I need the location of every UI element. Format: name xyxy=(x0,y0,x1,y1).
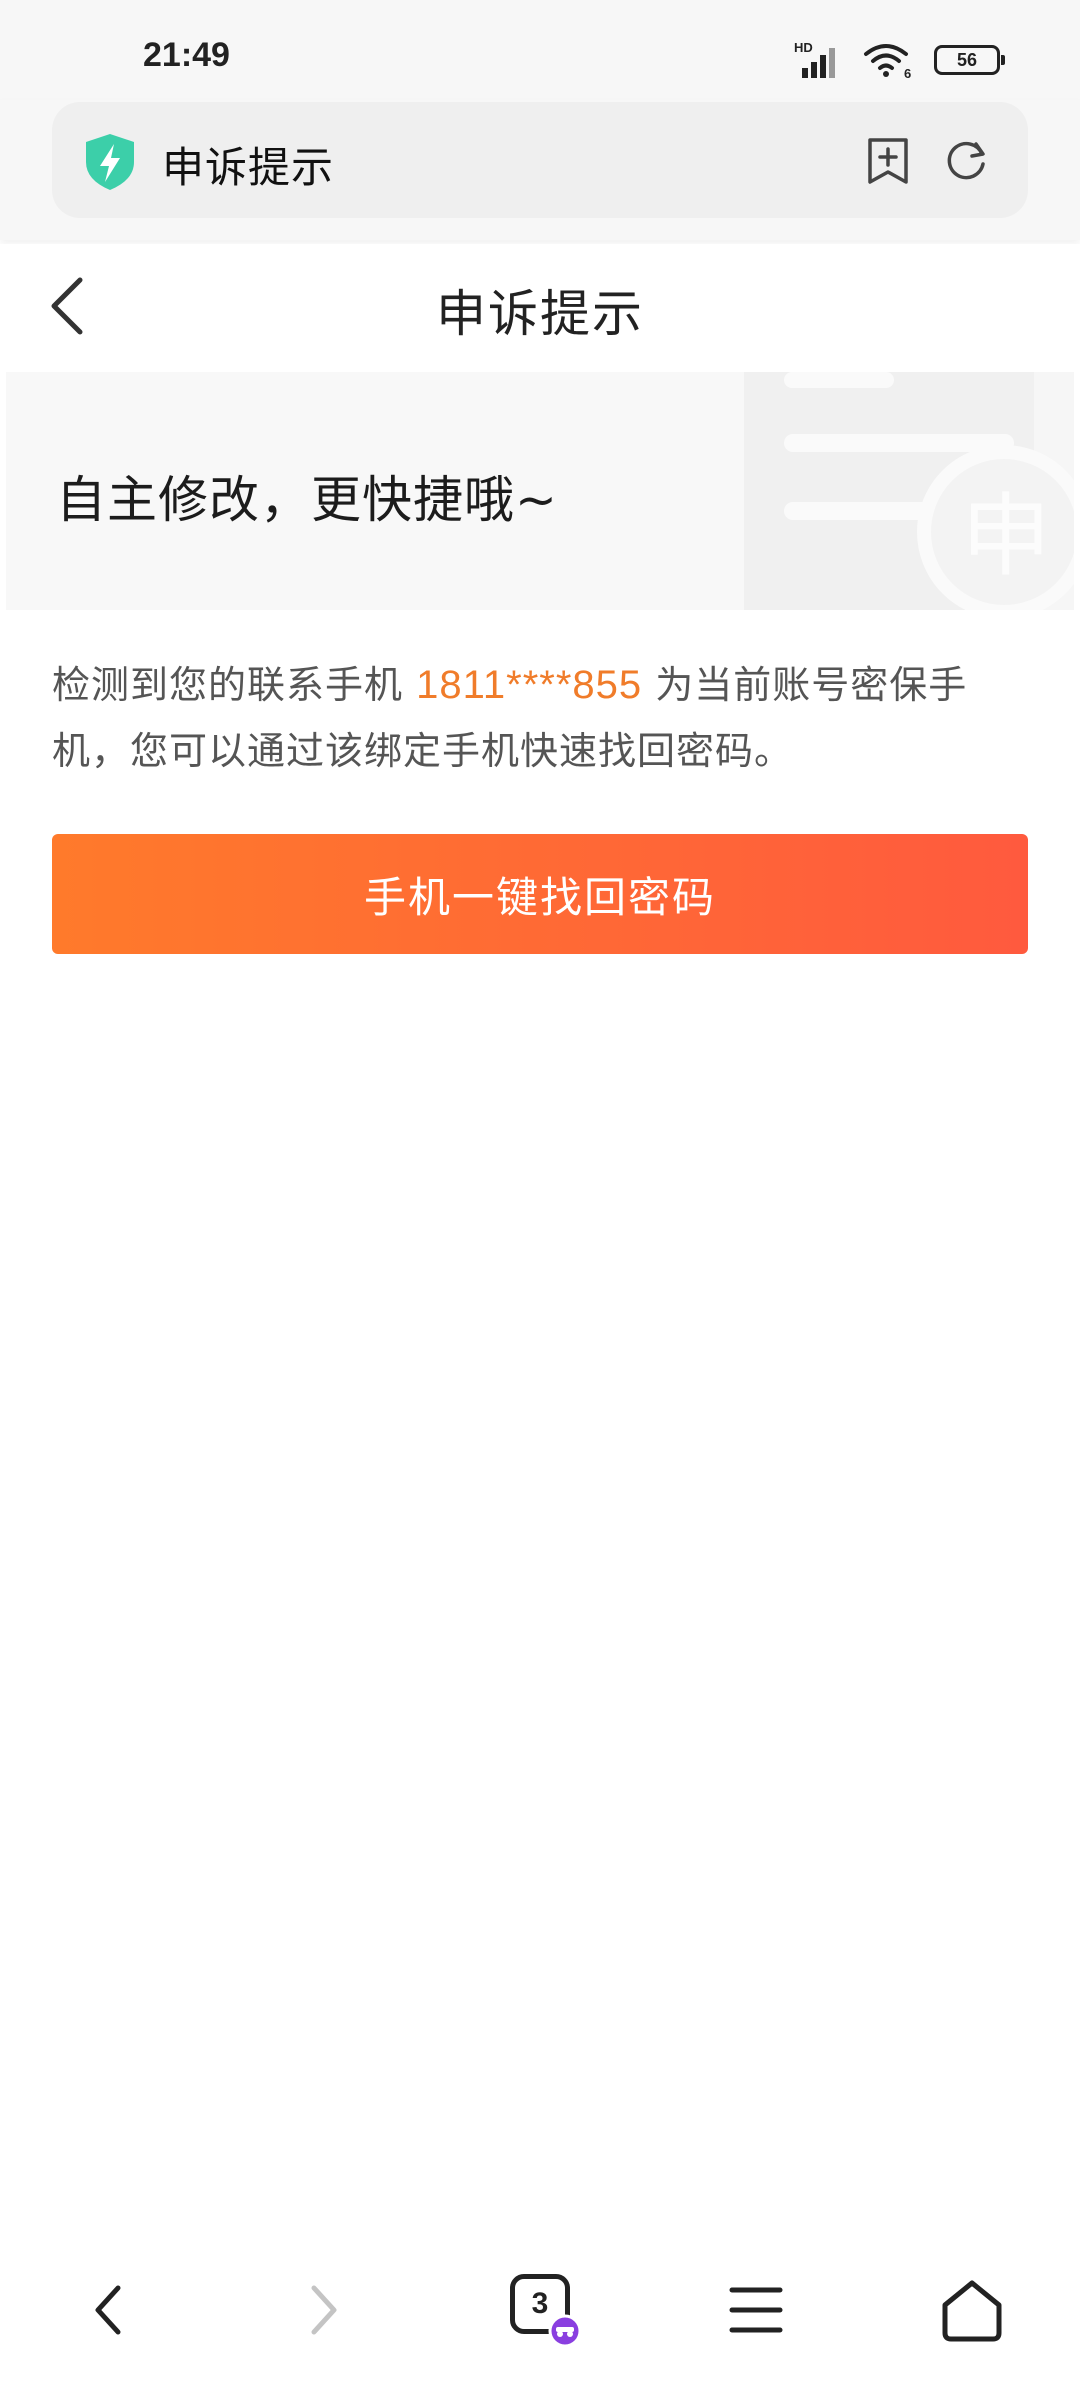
network-label: HD xyxy=(794,40,813,55)
nav-back-button[interactable] xyxy=(68,2270,148,2350)
document-watermark-icon: 申 xyxy=(744,372,1074,610)
refresh-icon[interactable] xyxy=(942,136,990,184)
status-time: 21:49 xyxy=(143,36,230,74)
menu-icon xyxy=(729,2287,783,2333)
address-bar[interactable]: 申诉提示 xyxy=(52,102,1028,218)
nav-forward-button[interactable] xyxy=(284,2270,364,2350)
description-prefix: 检测到您的联系手机 xyxy=(52,663,404,707)
browser-toolbar: 申诉提示 xyxy=(0,100,1080,240)
home-icon xyxy=(942,2280,1002,2342)
page-title: 申诉提示 xyxy=(436,285,644,343)
banner-text: 自主修改，更快捷哦~ xyxy=(56,471,558,529)
phone-number: 1811****855 xyxy=(416,663,643,707)
forward-icon xyxy=(311,2285,337,2335)
browser-bottom-nav: 3 xyxy=(0,2240,1080,2370)
wifi-icon: 6 xyxy=(864,44,911,80)
wifi-badge: 6 xyxy=(904,66,911,80)
description-text: 检测到您的联系手机 1811****855 为当前账号密保手机，您可以通过该绑定… xyxy=(52,652,1032,784)
nav-home-button[interactable] xyxy=(932,2270,1012,2350)
back-icon xyxy=(95,2285,121,2335)
address-title: 申诉提示 xyxy=(162,143,335,192)
phone-recover-password-button[interactable]: 手机一键找回密码 xyxy=(52,834,1028,954)
banner-watermark-char: 申 xyxy=(961,484,1051,589)
promo-banner: 自主修改，更快捷哦~ 申 xyxy=(6,372,1074,610)
tab-count: 3 xyxy=(531,2287,549,2320)
signal-icon: HD xyxy=(794,40,835,78)
status-bar: 21:49 HD 6 56 xyxy=(0,0,1080,100)
battery-level: 56 xyxy=(956,49,978,70)
nav-menu-button[interactable] xyxy=(716,2270,796,2350)
incognito-icon xyxy=(548,2314,582,2348)
status-icons: HD 6 56 xyxy=(792,36,1005,84)
bookmark-add-icon[interactable] xyxy=(864,136,912,186)
battery-icon: 56 xyxy=(934,45,1005,75)
page-header: 申诉提示 xyxy=(0,244,1080,368)
shield-lightning-icon xyxy=(86,134,134,190)
